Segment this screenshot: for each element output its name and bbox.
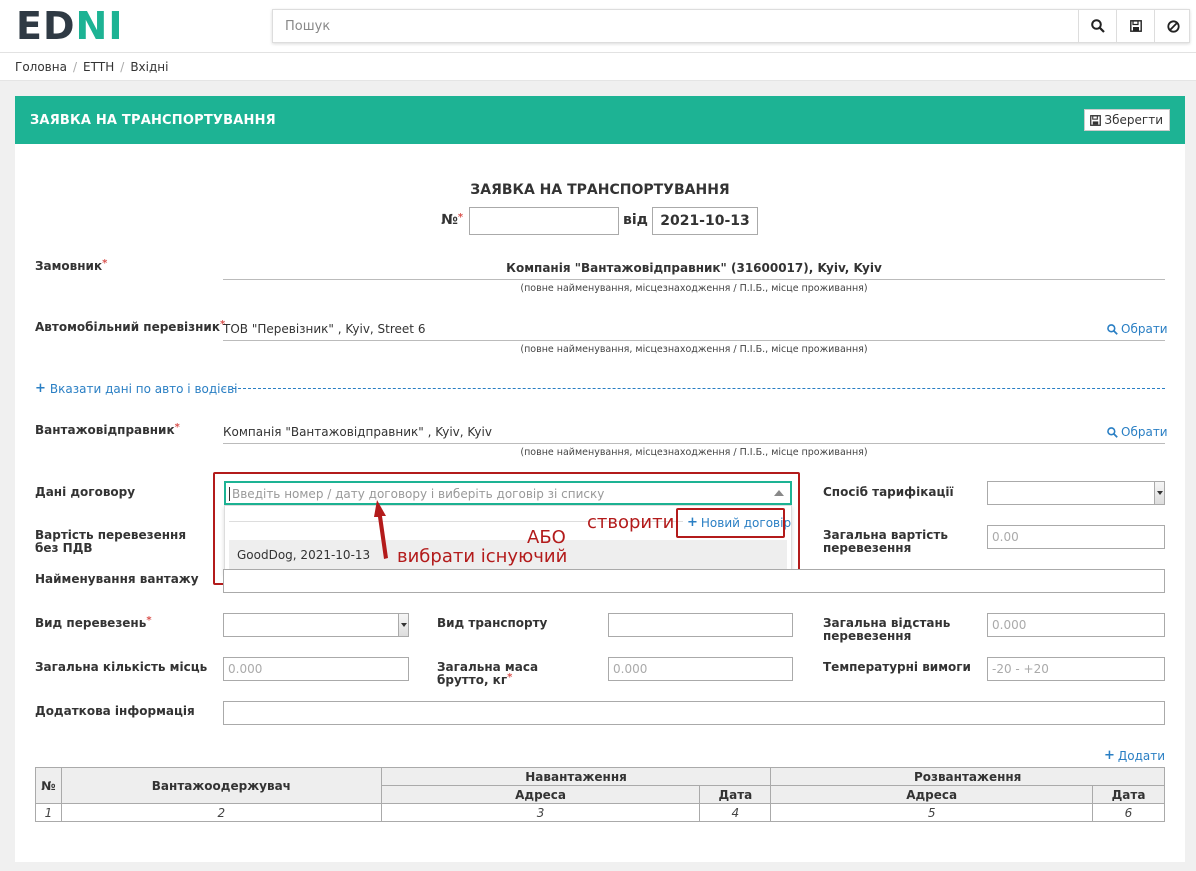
column-header-loading-date: Дата bbox=[699, 785, 772, 804]
table-cell: 5 bbox=[770, 803, 1093, 822]
shipper-hint: (повне найменування, місцезнаходження / … bbox=[520, 447, 868, 458]
breadcrumb-ettn[interactable]: ЕТТН bbox=[83, 60, 114, 74]
chevron-down-icon bbox=[398, 614, 408, 636]
save-button-label: Зберегти bbox=[1104, 113, 1163, 127]
breadcrumb-separator: / bbox=[72, 59, 77, 74]
breadcrumb-separator: / bbox=[120, 59, 125, 74]
extra-info-label: Додаткова інформація bbox=[35, 704, 195, 718]
total-distance-label: Загальна відстань перевезення bbox=[823, 616, 951, 643]
customer-underline bbox=[223, 279, 1165, 280]
save-search-button[interactable] bbox=[1116, 10, 1154, 42]
column-header-unloading-date: Дата bbox=[1092, 785, 1165, 804]
table-cell: 2 bbox=[60, 803, 382, 822]
carrier-value: ТОВ "Перевізник" , Kyiv, Street 6 bbox=[223, 322, 426, 336]
customer-label: Замовник* bbox=[35, 258, 108, 273]
number-label: №* bbox=[441, 212, 464, 228]
annotation-box-new bbox=[676, 508, 785, 538]
plus-icon: + bbox=[1104, 748, 1115, 763]
vehicle-type-label: Вид транспорту bbox=[437, 616, 548, 630]
table-cell: 3 bbox=[380, 803, 701, 822]
carrier-label: Автомобільний перевізник* bbox=[35, 319, 226, 334]
gross-mass-input[interactable]: 0.000 bbox=[608, 657, 793, 681]
column-header-number: № bbox=[35, 767, 62, 804]
shipper-value: Компанія "Вантажовідправник" , Kyiv, Kyi… bbox=[223, 425, 492, 439]
contract-label: Дані договору bbox=[35, 485, 136, 499]
carrier-hint: (повне найменування, місцезнаходження / … bbox=[520, 344, 868, 355]
transport-kind-select[interactable] bbox=[223, 613, 409, 637]
save-button[interactable]: Зберегти bbox=[1084, 109, 1170, 131]
column-header-consignee: Вантажоодержувач bbox=[60, 767, 382, 804]
carrier-underline bbox=[223, 340, 1165, 341]
table-cell: 6 bbox=[1092, 803, 1165, 822]
annotation-create: створити bbox=[587, 512, 675, 533]
column-header-unloading-address: Адреса bbox=[770, 785, 1093, 804]
gross-mass-label: Загальна маса брутто, кг* bbox=[437, 660, 539, 687]
table-cell: 1 bbox=[35, 803, 62, 822]
search-icon bbox=[1107, 323, 1118, 335]
table-row: 1 2 3 4 5 6 bbox=[35, 803, 1165, 822]
annotation-arrow-icon bbox=[374, 500, 388, 559]
number-input[interactable] bbox=[469, 207, 619, 235]
customer-hint: (повне найменування, місцезнаходження / … bbox=[520, 283, 868, 294]
transport-kind-label: Вид перевезень* bbox=[35, 615, 152, 630]
temperature-input[interactable]: -20 - +20 bbox=[987, 657, 1165, 681]
annotation-choose-existing: вибрати існуючий bbox=[397, 546, 568, 567]
logo-text-left: ED bbox=[16, 4, 76, 48]
column-header-loading-address: Адреса bbox=[380, 785, 701, 804]
tariff-select[interactable] bbox=[987, 481, 1165, 505]
vehicle-type-input[interactable] bbox=[608, 613, 793, 637]
total-cost-label: Загальна вартість перевезення bbox=[823, 528, 948, 555]
cost-no-vat-label: Вартість перевезення без ПДВ bbox=[35, 528, 187, 555]
carrier-choose-link[interactable]: Обрати bbox=[1107, 322, 1168, 336]
total-distance-input[interactable]: 0.000 bbox=[987, 613, 1165, 637]
table-cell: 4 bbox=[699, 803, 772, 822]
total-cost-input[interactable]: 0.00 bbox=[987, 525, 1165, 549]
shipper-label: Вантажовідправник* bbox=[35, 422, 180, 437]
logo-text-right: NI bbox=[75, 4, 124, 48]
plus-icon: + bbox=[35, 381, 46, 396]
panel-title: ЗАЯВКА НА ТРАНСПОРТУВАННЯ bbox=[30, 113, 276, 128]
annotation-or: АБО bbox=[527, 527, 566, 548]
customer-value: Компанія "Вантажовідправник" (31600017),… bbox=[506, 261, 882, 275]
breadcrumb-inbox[interactable]: Вхідні bbox=[130, 60, 168, 74]
routes-table: № Вантажоодержувач Навантаження Розванта… bbox=[35, 767, 1165, 822]
cargo-name-input[interactable] bbox=[223, 569, 1165, 593]
edin-logo[interactable]: ED NI bbox=[16, 4, 124, 48]
floppy-icon bbox=[1090, 114, 1102, 126]
search-icon bbox=[1107, 426, 1118, 438]
places-label: Загальна кількість місць bbox=[35, 660, 208, 674]
vehicle-driver-link[interactable]: + Вказати дані по авто і водієві bbox=[35, 381, 237, 396]
breadcrumb-home[interactable]: Головна bbox=[15, 60, 67, 74]
search-button[interactable] bbox=[1078, 10, 1116, 42]
ban-icon bbox=[1167, 19, 1180, 33]
search-icon bbox=[1090, 19, 1105, 33]
cargo-name-label: Найменування вантажу bbox=[35, 572, 199, 586]
panel-header: ЗАЯВКА НА ТРАНСПОРТУВАННЯ Зберегти bbox=[15, 96, 1185, 144]
extra-info-input[interactable] bbox=[223, 701, 1165, 725]
add-row-link[interactable]: + Додати bbox=[1104, 748, 1165, 763]
clear-search-button[interactable] bbox=[1154, 10, 1192, 42]
top-bar: ED NI bbox=[0, 0, 1196, 53]
column-header-loading: Навантаження bbox=[380, 767, 772, 786]
request-panel: ЗАЯВКА НА ТРАНСПОРТУВАННЯ Зберегти ЗАЯВК… bbox=[15, 96, 1185, 862]
search-input[interactable] bbox=[273, 10, 1078, 42]
tariff-label: Спосіб тарифікації bbox=[823, 485, 954, 499]
search-bar bbox=[272, 9, 1190, 43]
chevron-down-icon bbox=[1154, 482, 1164, 504]
column-header-unloading: Розвантаження bbox=[770, 767, 1165, 786]
shipper-underline bbox=[223, 443, 1165, 444]
date-label: від bbox=[623, 212, 648, 228]
section-divider bbox=[233, 388, 1165, 389]
form-title: ЗАЯВКА НА ТРАНСПОРТУВАННЯ bbox=[470, 182, 730, 198]
breadcrumb: Головна / ЕТТН / Вхідні bbox=[0, 53, 1196, 81]
shipper-choose-link[interactable]: Обрати bbox=[1107, 425, 1168, 439]
date-input[interactable]: 2021-10-13 bbox=[652, 207, 758, 235]
places-input[interactable]: 0.000 bbox=[223, 657, 409, 681]
floppy-icon bbox=[1129, 20, 1142, 32]
temperature-label: Температурні вимоги bbox=[823, 660, 971, 674]
